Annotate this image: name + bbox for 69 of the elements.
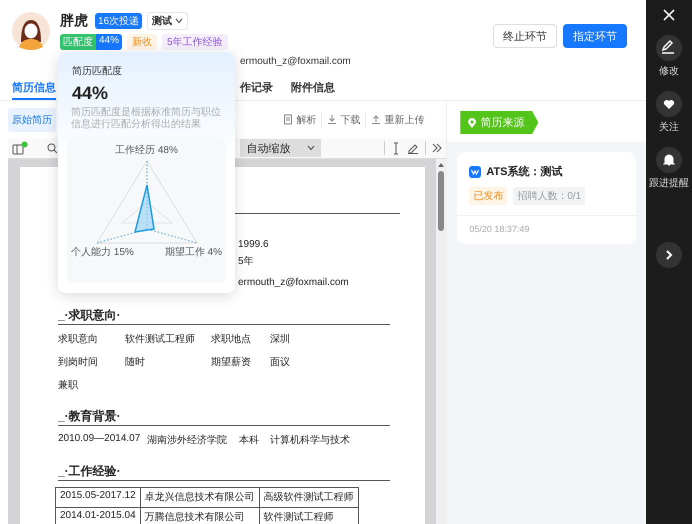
search-icon[interactable] (47, 142, 58, 154)
field-text: 深圳 (270, 332, 291, 346)
section-heading: _·工作经验· (58, 463, 121, 480)
source-title: ATS系统：测试 (486, 164, 562, 179)
parse-button[interactable]: 解析 (278, 112, 322, 126)
action-label: 跟进提醒 (649, 176, 689, 190)
download-icon (327, 114, 338, 125)
axis-label: 工作经历 48% (115, 144, 178, 157)
field-text: 随时 (125, 356, 146, 369)
count-tag: 招聘人数：0/1 (513, 187, 586, 205)
location-pin-icon (468, 118, 476, 128)
avatar-icon (12, 12, 50, 50)
table-cell: 高级软件测试工程师 (259, 488, 358, 508)
field-text: 湖南涉外经济学院 (147, 434, 228, 447)
document-icon (283, 114, 294, 125)
job-select[interactable]: 测试 (147, 12, 188, 30)
tab[interactable]: 作记录 (240, 75, 273, 100)
download-button[interactable]: 下载 (321, 112, 366, 126)
info-text: ermouth_z@foxmail.com (238, 276, 350, 290)
field-text: 软件测试工程师 (125, 332, 196, 346)
close-icon[interactable] (662, 8, 676, 22)
tab[interactable]: 附件信息 (291, 75, 335, 100)
field-text: 面议 (270, 356, 291, 369)
field-text: 求职地点 (211, 332, 252, 346)
section-heading: _·教育背景· (58, 408, 121, 425)
field-text: 兼职 (58, 379, 79, 392)
field-text: 计算机科学与技术 (270, 434, 351, 447)
app-logo-icon (469, 166, 482, 178)
source-tag: 简历来源 (460, 111, 538, 134)
section-heading: _·求职意向· (58, 307, 121, 324)
popup-description: 简历匹配度是根据标准简历与职位信息进行匹配分析得出的结果 (71, 107, 222, 131)
info-text: 1999.6 (238, 238, 270, 252)
chevron-down-icon (307, 145, 316, 151)
view-chip[interactable]: 原始简历 (8, 108, 56, 132)
chevron-right-icon[interactable] (656, 242, 682, 268)
field-text: 2010.09—2014.07 (58, 433, 142, 446)
sidebar-toggle-icon[interactable] (12, 141, 28, 155)
candidate-name: 胖虎 (60, 12, 88, 30)
field-text: 本科 (239, 434, 260, 447)
assign-button[interactable]: 指定环节 (563, 24, 627, 48)
field-text: 期望薪资 (211, 356, 252, 369)
action-label: 关注 (659, 120, 679, 134)
popup-title: 简历匹配度 (72, 64, 123, 78)
tag: 5年工作经验 (162, 34, 228, 50)
info-text: 5年 (238, 255, 255, 269)
field-text: 求职意向 (58, 332, 99, 346)
axis-label: 期望工作 4% (164, 246, 222, 259)
double-chevron-icon[interactable] (432, 143, 442, 153)
upload-icon (371, 114, 382, 125)
email-text: ermouth_z@foxmail.com (240, 56, 351, 67)
action-label: 修改 (659, 65, 679, 78)
zoom-select[interactable]: 自动缩放 (240, 139, 322, 157)
tag: 新收 (127, 34, 158, 50)
match-score: 44% (72, 83, 110, 104)
bell-icon[interactable] (656, 147, 682, 173)
axis-label: 个人能力 15% (71, 246, 134, 259)
table-cell: 2015.05-2017.12 (56, 488, 140, 508)
chevron-down-icon (175, 18, 184, 24)
field-text: 到岗时间 (58, 356, 99, 369)
upload-button[interactable]: 重新上传 (365, 112, 430, 126)
terminate-button[interactable]: 终止环节 (493, 24, 557, 48)
edit-icon[interactable] (656, 35, 682, 61)
status-tag: 已发布 (469, 187, 508, 205)
table-cell: 卓龙兴信息技术有限公司 (140, 488, 260, 508)
applications-badge: 16次投递 (95, 13, 142, 29)
pen-icon[interactable] (407, 142, 420, 154)
table-cell: 2014.01-2015.04 (56, 508, 140, 524)
tab[interactable]: 简历信息 (12, 75, 56, 100)
timestamp: 05/20 18:37:49 (468, 223, 530, 236)
